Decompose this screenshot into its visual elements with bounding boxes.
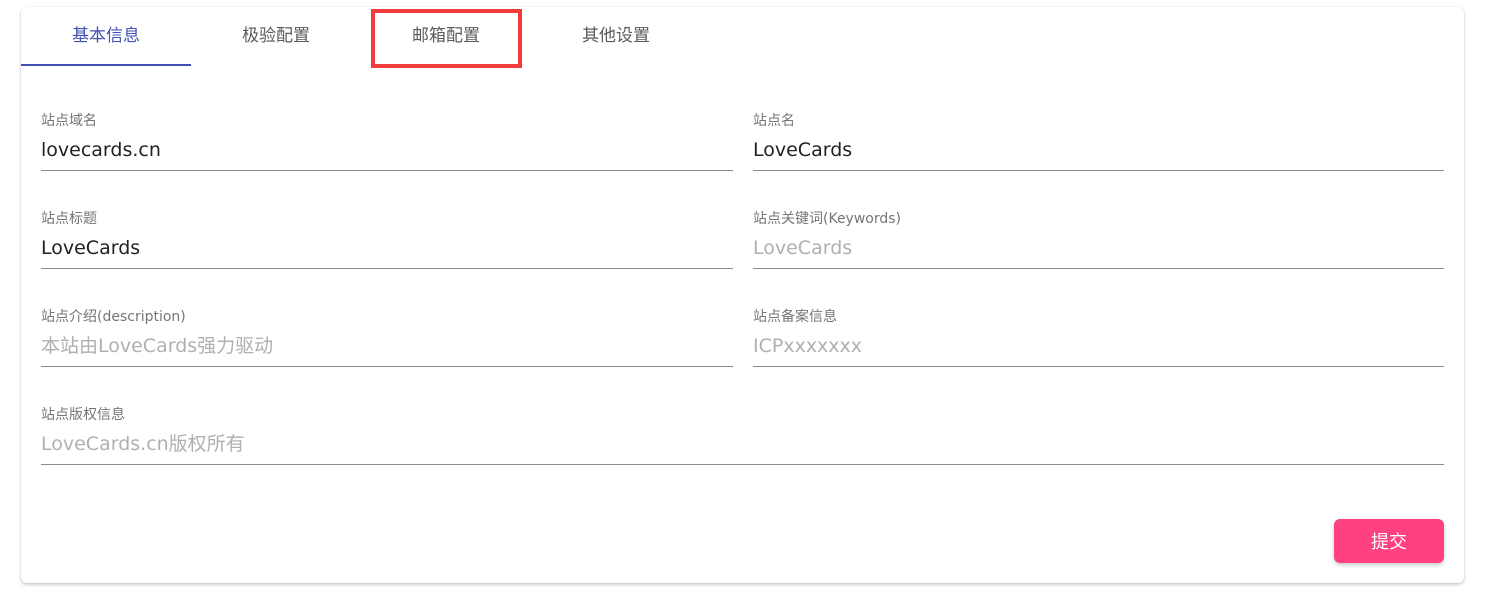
site-domain-field: 站点域名 (41, 110, 733, 174)
active-tab-indicator (21, 64, 191, 66)
tab-bar: 基本信息 极验配置 邮箱配置 其他设置 (21, 7, 1464, 68)
site-copyright-field: 站点版权信息 (41, 404, 1444, 468)
site-icp-input[interactable] (753, 330, 1444, 367)
site-domain-input[interactable] (41, 134, 733, 171)
site-title-label: 站点标题 (41, 211, 97, 227)
tab-other-settings[interactable]: 其他设置 (531, 7, 701, 65)
tab-geetest-config[interactable]: 极验配置 (191, 7, 361, 65)
site-copyright-input[interactable] (41, 428, 1444, 465)
site-description-field: 站点介绍(description) (41, 306, 733, 370)
site-keywords-field: 站点关键词(Keywords) (753, 208, 1444, 272)
site-description-label: 站点介绍(description) (41, 309, 186, 325)
tab-email-config[interactable]: 邮箱配置 (361, 7, 531, 65)
site-name-field: 站点名 (753, 110, 1444, 174)
site-description-input[interactable] (41, 330, 733, 367)
tab-basic-info[interactable]: 基本信息 (21, 7, 191, 65)
site-name-input[interactable] (753, 134, 1444, 171)
site-copyright-label: 站点版权信息 (41, 407, 125, 423)
submit-button[interactable]: 提交 (1334, 519, 1444, 563)
settings-card: 基本信息 极验配置 邮箱配置 其他设置 站点域名 站点名 站点标题 站点关键词(… (21, 7, 1464, 583)
site-keywords-label: 站点关键词(Keywords) (753, 211, 902, 227)
site-title-input[interactable] (41, 232, 733, 269)
site-keywords-input[interactable] (753, 232, 1444, 269)
site-name-label: 站点名 (753, 113, 795, 129)
site-domain-label: 站点域名 (41, 113, 97, 129)
site-icp-label: 站点备案信息 (753, 309, 837, 325)
site-icp-field: 站点备案信息 (753, 306, 1444, 370)
site-title-field: 站点标题 (41, 208, 733, 272)
